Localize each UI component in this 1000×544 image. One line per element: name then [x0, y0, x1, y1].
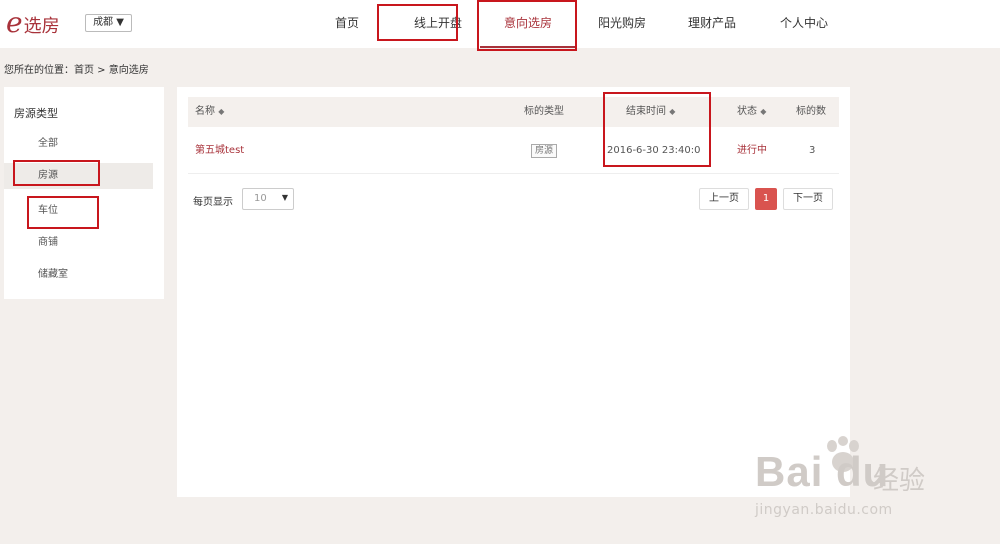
watermark-url: jingyan.baidu.com: [755, 502, 893, 518]
row-status: 进行中: [737, 145, 767, 156]
watermark-cn: 经验: [873, 466, 926, 496]
th-status-label: 状态: [737, 106, 757, 117]
type-tag: 房源: [531, 144, 558, 158]
sort-icon[interactable]: ◆: [760, 107, 766, 116]
annotation-box-parking: [27, 196, 99, 229]
baidu-jingyan-watermark: Bai du 经验 jingyan.baidu.com: [755, 436, 945, 525]
nav-home[interactable]: 首页: [325, 0, 369, 48]
sidebar-item-storage[interactable]: 储藏室: [4, 262, 153, 288]
row-count: 3: [809, 145, 816, 156]
annotation-box-online-opening: [377, 4, 458, 41]
next-page-button[interactable]: 下一页: [783, 188, 833, 210]
sidebar-item-shop[interactable]: 商铺: [4, 230, 153, 256]
city-selector[interactable]: 成都 ▼: [85, 14, 132, 32]
table-row: 第五城test 房源 2016-6-30 23:40:0 进行中 3: [188, 129, 839, 174]
chevron-down-icon: ▼: [281, 193, 288, 202]
sidebar-item-all[interactable]: 全部: [4, 131, 153, 157]
nav-sunshine-purchase[interactable]: 阳光购房: [590, 0, 654, 48]
annotation-box-intent-selection: [477, 0, 577, 51]
nav-finance-products[interactable]: 理财产品: [680, 0, 744, 48]
row-name-link[interactable]: 第五城test: [195, 129, 244, 173]
per-page-value: 10: [254, 193, 267, 204]
logo-e: e: [6, 6, 23, 39]
th-type: 标的类型: [524, 106, 564, 117]
main-panel: 名称 ◆ 标的类型 结束时间 ◆ 状态 ◆ 标的数 第五城test 房源 201…: [177, 87, 850, 497]
annotation-box-end-time: [603, 92, 711, 167]
logo-text: 选房: [23, 16, 60, 37]
sidebar-title: 房源类型: [14, 107, 58, 120]
nav-personal-center[interactable]: 个人中心: [772, 0, 836, 48]
annotation-box-housing: [13, 160, 100, 186]
table-header: 名称 ◆ 标的类型 结束时间 ◆ 状态 ◆ 标的数: [188, 97, 839, 127]
prev-page-button[interactable]: 上一页: [699, 188, 749, 210]
th-name-label: 名称: [195, 106, 215, 117]
th-status[interactable]: 状态 ◆: [737, 97, 766, 127]
th-count: 标的数: [796, 106, 826, 117]
sort-icon[interactable]: ◆: [218, 107, 224, 116]
per-page-select[interactable]: 10 ▼: [242, 188, 294, 210]
logo[interactable]: e 选房: [6, 6, 60, 40]
row-type: 房源: [531, 129, 558, 173]
sidebar: 房源类型 全部 房源 车位 商铺 储藏室: [4, 87, 164, 299]
per-page-label: 每页显示: [193, 197, 233, 208]
th-name[interactable]: 名称 ◆: [195, 97, 224, 127]
breadcrumb: 您所在的位置：首页 > 意向选房: [4, 65, 149, 76]
watermark-main: Bai du: [755, 448, 890, 495]
page-1-button[interactable]: 1: [755, 188, 777, 210]
